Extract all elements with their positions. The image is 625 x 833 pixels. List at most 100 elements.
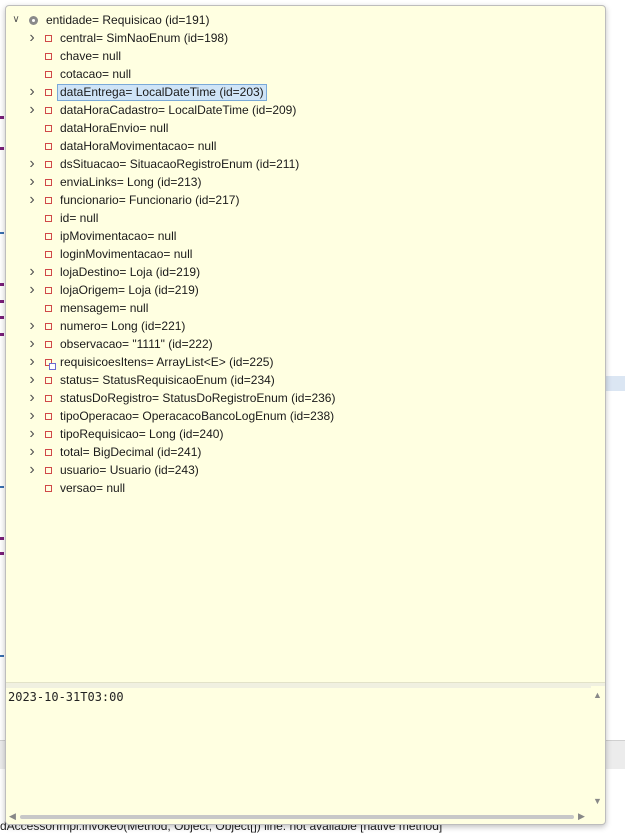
field-icon: [45, 484, 52, 492]
tree-item[interactable]: versao= null: [26, 479, 125, 497]
chevron-right-icon[interactable]: ›: [26, 461, 38, 479]
tree-item-label: status= StatusRequisicaoEnum (id=234): [60, 373, 275, 387]
tree-item[interactable]: › dataHoraCadastro= LocalDateTime (id=209…: [26, 101, 296, 119]
chevron-right-icon[interactable]: ›: [26, 191, 38, 209]
tree-item[interactable]: loginMovimentacao= null: [26, 245, 192, 263]
chevron-right-icon[interactable]: ›: [26, 425, 38, 443]
tree-item[interactable]: › numero= Long (id=221): [26, 317, 185, 335]
tree-item[interactable]: › requisicoesItens= ArrayList<E> (id=225): [26, 353, 273, 371]
gutter-mark: [0, 283, 4, 286]
field-icon: [45, 232, 52, 240]
field-icon: [45, 304, 52, 312]
tree-item[interactable]: cotacao= null: [26, 65, 131, 83]
tree-item[interactable]: › observacao= "1111" (id=222): [26, 335, 212, 353]
gutter-mark: [0, 232, 4, 234]
tree-item[interactable]: › total= BigDecimal (id=241): [26, 443, 201, 461]
tree-item-label: versao= null: [60, 481, 126, 495]
tree-item[interactable]: › funcionario= Funcionario (id=217): [26, 191, 239, 209]
tree-item-label: total= BigDecimal (id=241): [60, 445, 202, 459]
scroll-down-icon[interactable]: ▼: [593, 796, 602, 806]
chevron-right-icon[interactable]: ›: [26, 281, 38, 299]
detail-horizontal-scrollbar[interactable]: ◀ ▶: [6, 810, 591, 824]
detail-value-pane[interactable]: 2023-10-31T03:00: [6, 686, 591, 810]
field-icon: [45, 142, 52, 150]
tree-root-label: entidade= Requisicao (id=191): [46, 13, 210, 27]
tree-item[interactable]: › tipoOperacao= OperacacoBancoLogEnum (id…: [26, 407, 334, 425]
field-icon: [45, 70, 52, 78]
gutter-mark: [0, 655, 4, 657]
gutter-mark: [0, 333, 4, 336]
tree-item[interactable]: › tipoRequisicao= Long (id=240): [26, 425, 223, 443]
field-icon: [45, 286, 52, 294]
field-icon: [45, 178, 52, 186]
field-icon: [45, 466, 52, 474]
chevron-right-icon[interactable]: ›: [26, 443, 38, 461]
tree-item[interactable]: › dsSituacao= SituacaoRegistroEnum (id=21…: [26, 155, 299, 173]
gutter-mark: [0, 552, 4, 555]
chevron-right-icon[interactable]: ›: [26, 29, 38, 47]
chevron-right-icon[interactable]: ›: [26, 155, 38, 173]
chevron-right-icon[interactable]: ›: [26, 389, 38, 407]
tree-item-label: dataEntrega= LocalDateTime (id=203): [57, 83, 267, 101]
chevron-right-icon[interactable]: ›: [26, 353, 38, 371]
tree-item-label: enviaLinks= Long (id=213): [60, 175, 202, 189]
tree-item-label: tipoRequisicao= Long (id=240): [60, 427, 224, 441]
editor-current-line-highlight: [604, 376, 625, 391]
field-icon: [45, 34, 52, 42]
array-field-icon: [45, 358, 56, 370]
tree-item[interactable]: › usuario= Usuario (id=243): [26, 461, 199, 479]
tree-item-label: dataHoraEnvio= null: [60, 121, 169, 135]
chevron-right-icon[interactable]: ›: [26, 101, 38, 119]
tree-item[interactable]: › status= StatusRequisicaoEnum (id=234): [26, 371, 275, 389]
scroll-up-icon[interactable]: ▲: [593, 690, 602, 700]
gutter-mark: [0, 300, 4, 303]
tree-item-label: mensagem= null: [60, 301, 149, 315]
scroll-right-icon[interactable]: ▶: [578, 811, 585, 822]
variable-inspect-popup: ∨ entidade= Requisicao (id=191) › central…: [5, 5, 606, 825]
tree-item[interactable]: › lojaOrigem= Loja (id=219): [26, 281, 198, 299]
variable-tree: ∨ entidade= Requisicao (id=191) › central…: [6, 6, 605, 682]
scroll-thumb[interactable]: [20, 815, 574, 819]
chevron-right-icon[interactable]: ›: [26, 263, 38, 281]
tree-item[interactable]: mensagem= null: [26, 299, 148, 317]
scroll-left-icon[interactable]: ◀: [9, 811, 16, 822]
tree-item-label: lojaDestino= Loja (id=219): [60, 265, 201, 279]
chevron-right-icon[interactable]: ›: [26, 407, 38, 425]
chevron-down-icon[interactable]: ∨: [10, 11, 22, 29]
tree-item[interactable]: › dataEntrega= LocalDateTime (id=203): [26, 83, 267, 101]
field-icon: [45, 52, 52, 60]
field-icon: [45, 88, 52, 96]
detail-vertical-scrollbar[interactable]: ▲ ▼: [591, 686, 605, 810]
gutter-mark: [0, 316, 4, 319]
tree-root-item[interactable]: ∨ entidade= Requisicao (id=191): [10, 11, 209, 29]
chevron-right-icon[interactable]: ›: [26, 83, 38, 101]
tree-item[interactable]: ipMovimentacao= null: [26, 227, 176, 245]
tree-item-label: usuario= Usuario (id=243): [60, 463, 199, 477]
field-icon: [45, 106, 52, 114]
gutter-mark: [0, 116, 4, 119]
tree-item[interactable]: dataHoraEnvio= null: [26, 119, 168, 137]
tree-item[interactable]: › enviaLinks= Long (id=213): [26, 173, 201, 191]
gutter-mark: [0, 537, 4, 540]
chevron-right-icon[interactable]: ›: [26, 335, 38, 353]
tree-item-label: statusDoRegistro= StatusDoRegistroEnum (…: [60, 391, 336, 405]
tree-item-label: numero= Long (id=221): [60, 319, 186, 333]
chevron-right-icon[interactable]: ›: [26, 371, 38, 389]
tree-item[interactable]: › central= SimNaoEnum (id=198): [26, 29, 228, 47]
tree-item[interactable]: › statusDoRegistro= StatusDoRegistroEnum …: [26, 389, 335, 407]
tree-item[interactable]: dataHoraMovimentacao= null: [26, 137, 216, 155]
field-icon: [45, 376, 52, 384]
tree-item[interactable]: chave= null: [26, 47, 121, 65]
tree-item[interactable]: id= null: [26, 209, 98, 227]
field-icon: [45, 394, 52, 402]
tree-item[interactable]: › lojaDestino= Loja (id=219): [26, 263, 200, 281]
chevron-right-icon[interactable]: ›: [26, 317, 38, 335]
object-icon: [29, 15, 38, 25]
chevron-right-icon[interactable]: ›: [26, 173, 38, 191]
